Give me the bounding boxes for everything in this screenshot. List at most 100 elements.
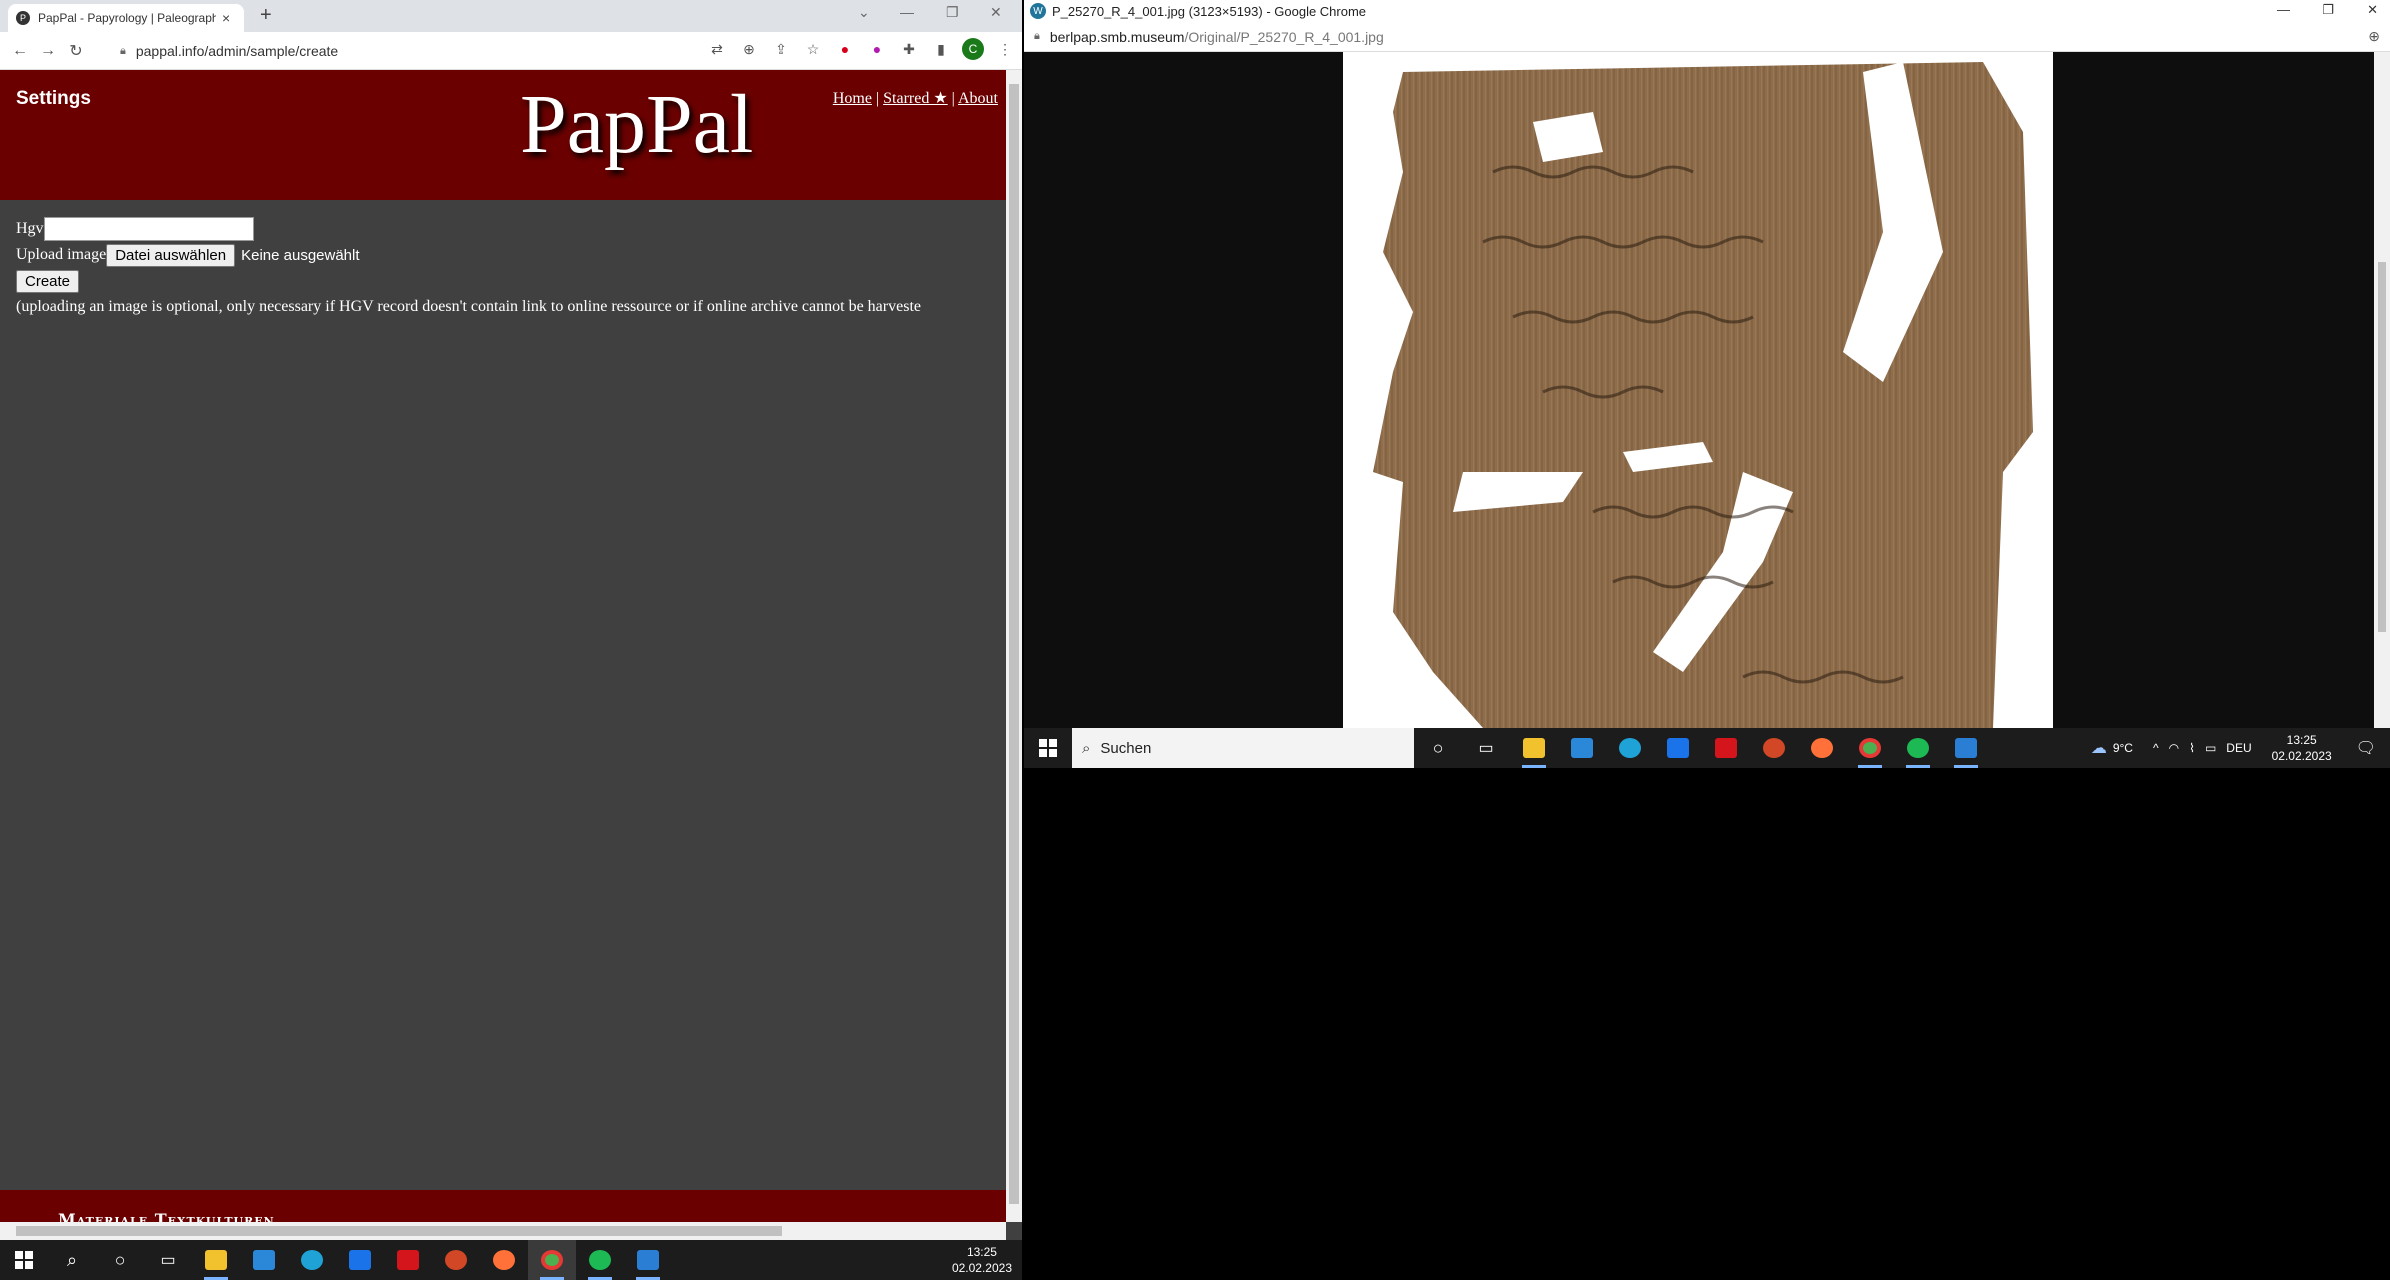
nav-home-link[interactable]: Home xyxy=(833,90,872,107)
pappal-page: Settings PapPal Home | Starred ★ | About… xyxy=(0,70,1006,1222)
scroll-thumb[interactable] xyxy=(2378,262,2386,632)
powerpoint-icon[interactable] xyxy=(1750,728,1798,768)
papyrus-fragment-icon xyxy=(1373,62,2033,728)
tray-chevron-icon[interactable]: ^ xyxy=(2153,741,2159,755)
cortana-icon[interactable]: ○ xyxy=(1414,728,1462,768)
spotify-icon[interactable] xyxy=(576,1240,624,1280)
photos-icon[interactable] xyxy=(624,1240,672,1280)
start-button[interactable] xyxy=(1024,728,1072,768)
zoom-icon[interactable]: ⊕ xyxy=(738,38,760,60)
clock-date: 02.02.2023 xyxy=(951,1261,1012,1275)
side-panel-icon[interactable]: ▮ xyxy=(930,38,952,60)
reload-button[interactable]: ↻ xyxy=(62,41,90,61)
clock-time: 13:25 xyxy=(966,1245,997,1259)
extension-red-icon[interactable]: ● xyxy=(834,38,856,60)
acrobat-icon[interactable] xyxy=(384,1240,432,1280)
vertical-scrollbar[interactable] xyxy=(1006,70,1022,1222)
battery-icon[interactable]: ▭ xyxy=(2205,741,2216,755)
papyrus-image[interactable] xyxy=(1343,52,2053,728)
horizontal-scrollbar[interactable] xyxy=(0,1222,1006,1240)
weather-cloud-icon[interactable]: ☁ xyxy=(2091,738,2107,758)
clock[interactable]: 13:25 02.02.2023 xyxy=(952,1244,1012,1276)
restore-button[interactable]: ❐ xyxy=(2322,2,2334,18)
windows-icon xyxy=(15,1251,33,1269)
ms-store-icon[interactable] xyxy=(1558,728,1606,768)
tab-pappal[interactable]: P PapPal - Papyrology | Paleograph × xyxy=(8,4,244,32)
extensions-puzzle-icon[interactable]: ✚ xyxy=(898,38,920,60)
zoom-icon[interactable]: ⊕ xyxy=(2368,28,2380,45)
site-header: Settings PapPal Home | Starred ★ | About xyxy=(0,70,1006,200)
restore-button[interactable]: ❐ xyxy=(946,4,959,21)
hgv-input[interactable] xyxy=(43,217,254,241)
bookmark-star-icon[interactable]: ☆ xyxy=(802,38,824,60)
taskbar-right: ⌕ Suchen ○ ▭ ☁ 9°C ^ ◠ ⌇ ▭ DEU 13:25 02.… xyxy=(1024,728,2390,768)
wordpress-favicon-icon: W xyxy=(1030,3,1046,19)
address-bar[interactable]: 🔒︎ pappal.info/admin/sample/create xyxy=(110,37,690,65)
pappal-logo[interactable]: PapPal xyxy=(520,76,753,173)
choose-file-button[interactable]: Datei auswählen xyxy=(106,243,236,267)
vertical-scrollbar[interactable] xyxy=(2374,52,2390,728)
nav-starred-link[interactable]: Starred ★ xyxy=(883,90,948,107)
file-explorer-icon[interactable] xyxy=(192,1240,240,1280)
edge-icon[interactable] xyxy=(288,1240,336,1280)
mail-icon[interactable] xyxy=(336,1240,384,1280)
firefox-icon[interactable] xyxy=(1798,728,1846,768)
firefox-icon[interactable] xyxy=(480,1240,528,1280)
lock-icon[interactable]: 🔒︎ xyxy=(120,45,126,58)
mail-icon[interactable] xyxy=(1654,728,1702,768)
taskbar-search-box[interactable]: ⌕ Suchen xyxy=(1072,728,1414,768)
extension-purple-icon[interactable]: ● xyxy=(866,38,888,60)
nav-separator: | xyxy=(875,90,880,107)
scroll-thumb[interactable] xyxy=(1009,84,1019,1204)
back-button[interactable]: ← xyxy=(6,42,34,60)
ms-store-icon[interactable] xyxy=(240,1240,288,1280)
window-titlebar: W P_25270_R_4_001.jpg (3123×5193) - Goog… xyxy=(1024,0,2390,22)
wifi-icon[interactable]: ⌇ xyxy=(2189,741,2195,755)
tab-search-icon[interactable]: ⌄ xyxy=(858,4,870,21)
forward-button[interactable]: → xyxy=(34,42,62,60)
start-button[interactable] xyxy=(0,1240,48,1280)
chrome-icon[interactable] xyxy=(1846,728,1894,768)
cortana-icon[interactable]: ○ xyxy=(96,1240,144,1280)
search-icon[interactable]: ⌕ xyxy=(48,1240,96,1280)
profile-avatar[interactable]: C xyxy=(962,38,984,60)
create-sample-form: Hgv Upload image Datei auswählen Keine a… xyxy=(16,216,921,320)
lock-icon[interactable]: 🔒︎ xyxy=(1034,30,1040,43)
url-host[interactable]: berlpap.smb.museum xyxy=(1050,29,1185,45)
notifications-icon[interactable]: 🗨︎ xyxy=(2356,738,2376,758)
close-window-button[interactable]: ✕ xyxy=(2367,2,2378,18)
file-explorer-icon[interactable] xyxy=(1510,728,1558,768)
new-tab-button[interactable]: + xyxy=(260,4,272,27)
url-text[interactable]: pappal.info/admin/sample/create xyxy=(136,43,338,59)
nav-about-link[interactable]: About xyxy=(958,90,998,107)
clock-time: 13:25 xyxy=(2286,733,2317,747)
url-path[interactable]: /Original/P_25270_R_4_001.jpg xyxy=(1184,29,1383,45)
minimize-button[interactable]: — xyxy=(900,4,914,20)
search-placeholder: Suchen xyxy=(1100,739,1152,757)
edge-icon[interactable] xyxy=(1606,728,1654,768)
acrobat-icon[interactable] xyxy=(1702,728,1750,768)
task-view-icon[interactable]: ▭ xyxy=(144,1240,192,1280)
language-indicator[interactable]: DEU xyxy=(2226,741,2251,755)
clock-date: 02.02.2023 xyxy=(2271,749,2332,763)
photos-icon[interactable] xyxy=(1942,728,1990,768)
share-icon[interactable]: ⇪ xyxy=(770,38,792,60)
system-tray: ☁ 9°C ^ ◠ ⌇ ▭ DEU 13:25 02.02.2023 🗨︎ xyxy=(2091,728,2390,768)
chrome-icon[interactable] xyxy=(528,1240,576,1280)
clock[interactable]: 13:25 02.02.2023 xyxy=(2272,732,2332,764)
scroll-thumb[interactable] xyxy=(16,1226,782,1236)
translate-icon[interactable]: ⇄ xyxy=(706,38,728,60)
weather-temp[interactable]: 9°C xyxy=(2113,741,2133,755)
close-window-button[interactable]: ✕ xyxy=(990,4,1002,21)
upload-image-label: Upload image xyxy=(16,246,107,263)
spotify-icon[interactable] xyxy=(1894,728,1942,768)
network-icon[interactable]: ◠ xyxy=(2169,741,2179,755)
tab-close-icon[interactable]: × xyxy=(222,10,230,26)
task-view-icon[interactable]: ▭ xyxy=(1462,728,1510,768)
minimize-button[interactable]: — xyxy=(2277,2,2290,17)
menu-more-icon[interactable]: ⋮ xyxy=(994,38,1016,60)
create-button[interactable]: Create xyxy=(16,269,80,293)
powerpoint-icon[interactable] xyxy=(432,1240,480,1280)
address-bar[interactable]: 🔒︎ berlpap.smb.museum /Original/P_25270_… xyxy=(1024,22,2390,52)
settings-link[interactable]: Settings xyxy=(16,88,91,110)
